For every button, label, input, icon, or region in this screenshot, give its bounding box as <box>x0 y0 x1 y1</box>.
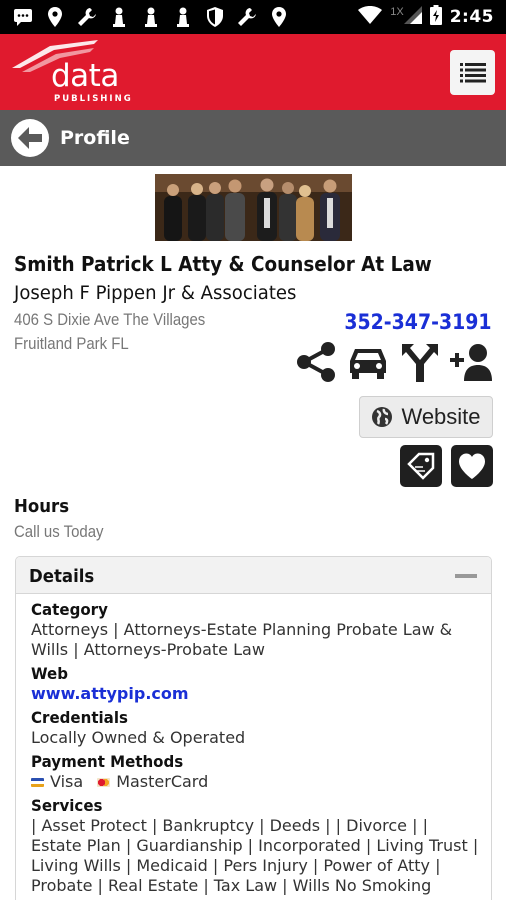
battery-icon <box>429 4 442 30</box>
wrench-icon <box>76 6 98 28</box>
mastercard-icon <box>97 777 111 787</box>
collapse-icon[interactable] <box>455 574 477 578</box>
credentials-value: Locally Owned & Operated <box>31 728 246 747</box>
payment-visa: Visa <box>50 772 84 791</box>
address-line-1: 406 S Dixie Ave The Villages <box>14 310 206 329</box>
website-button[interactable]: Website <box>359 396 493 438</box>
details-title: Details <box>29 566 95 587</box>
wrench-icon <box>236 6 258 28</box>
chess-icon <box>140 6 162 28</box>
heart-icon <box>459 453 485 479</box>
hamburger-icon <box>459 62 486 83</box>
business-name: Smith Patrick L Atty & Counselor At Law <box>14 252 432 276</box>
services-label: Services <box>31 796 103 815</box>
logo[interactable]: data PUBLISHING <box>10 38 150 106</box>
payment-methods: Visa MasterCard <box>31 772 491 792</box>
payment-mastercard: MasterCard <box>116 772 209 791</box>
logo-word: data <box>51 58 119 94</box>
favorite-button[interactable] <box>451 445 493 487</box>
page-title: Profile <box>60 127 130 149</box>
shield-icon <box>204 6 226 28</box>
chess-icon <box>172 6 194 28</box>
web-label: Web <box>31 664 69 683</box>
address-line-2: Fruitland Park FL <box>14 334 129 353</box>
location-icon <box>268 6 290 28</box>
web-link[interactable]: www.attypip.com <box>31 684 491 704</box>
action-icons <box>294 340 494 384</box>
menu-button[interactable] <box>450 50 495 95</box>
clock: 2:45 <box>449 7 494 27</box>
network-type: 1X <box>390 6 404 18</box>
credentials-label: Credentials <box>31 708 128 727</box>
message-icon <box>12 6 34 28</box>
business-photo <box>155 174 352 241</box>
location-icon <box>44 6 66 28</box>
category-value: Attorneys | Attorneys-Estate Planning Pr… <box>31 620 453 659</box>
signal-icon <box>403 5 422 29</box>
logo-subtitle: PUBLISHING <box>54 94 133 104</box>
wifi-icon <box>358 5 383 29</box>
website-label: Website <box>401 404 481 429</box>
back-button[interactable] <box>11 119 49 157</box>
details-body: Category Attorneys | Attorneys-Estate Pl… <box>16 594 491 896</box>
tag-button[interactable] <box>400 445 442 487</box>
share-icon[interactable] <box>294 340 338 384</box>
business-subtitle: Joseph F Pippen Jr & Associates <box>14 282 297 304</box>
app-header: data PUBLISHING <box>0 34 506 110</box>
visa-card-icon <box>31 777 44 787</box>
add-contact-icon[interactable] <box>450 340 494 384</box>
category-label: Category <box>31 600 108 619</box>
status-bar: 1X 2:45 <box>0 0 506 34</box>
car-icon[interactable] <box>346 340 390 384</box>
tag-icon <box>407 452 435 480</box>
services-value: | Asset Protect | Bankruptcy | Deeds | |… <box>31 816 479 895</box>
back-arrow-icon <box>18 127 42 149</box>
phone-link[interactable]: 352-347-3191 <box>345 310 492 334</box>
details-panel: Details Category Attorneys | Attorneys-E… <box>15 556 492 900</box>
globe-icon <box>372 407 393 427</box>
hours-label: Hours <box>14 496 70 517</box>
details-header[interactable]: Details <box>16 557 491 594</box>
directions-icon[interactable] <box>398 340 442 384</box>
chess-icon <box>108 6 130 28</box>
profile-bar: Profile <box>0 110 506 166</box>
payment-label: Payment Methods <box>31 752 184 771</box>
hours-value: Call us Today <box>14 522 104 541</box>
